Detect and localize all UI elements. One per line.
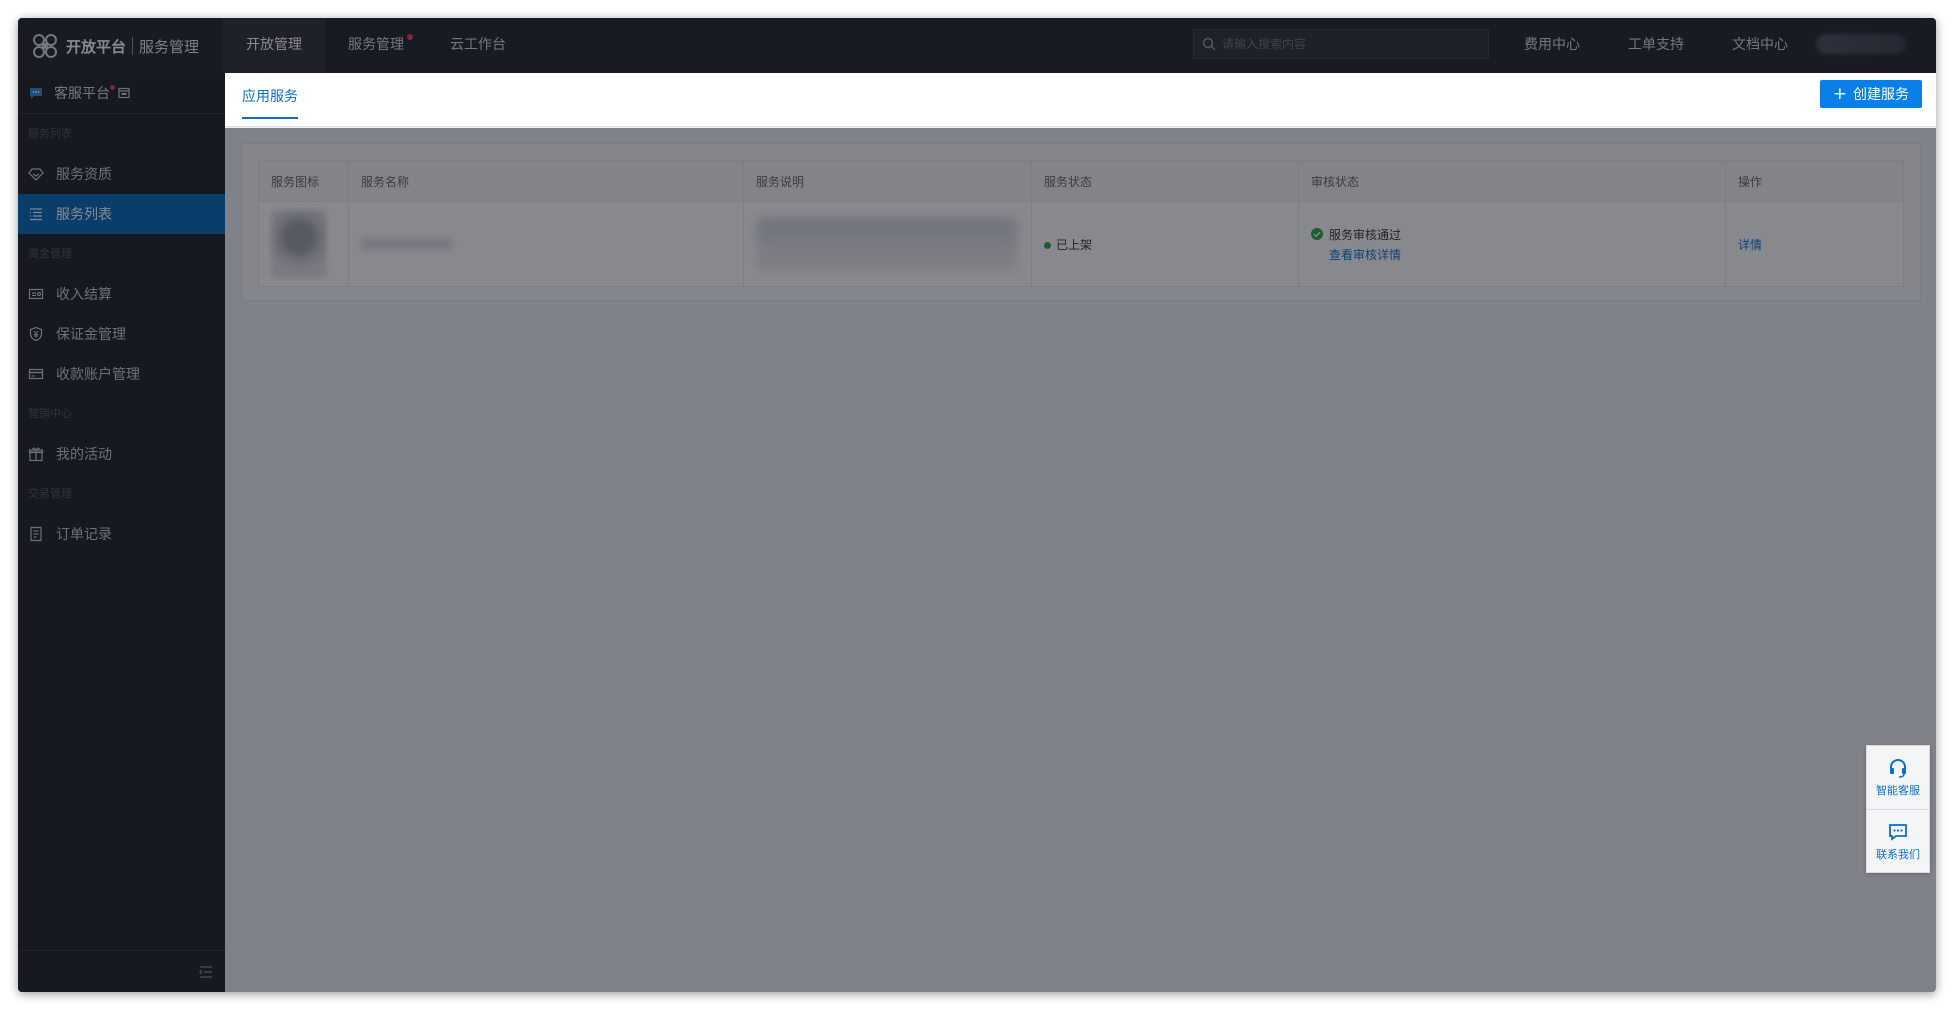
topnav-open-management[interactable]: 开放管理 xyxy=(223,18,325,73)
settlement-icon xyxy=(28,286,44,302)
col-review-status: 审核状态 xyxy=(1298,160,1726,202)
cell-service-name xyxy=(348,201,744,287)
top-header: 开放平台 服务管理 开放管理 服务管理 云工作台 费用中心 工单支持 文档中心 xyxy=(18,18,1936,73)
cell-review-status: 服务审核通过 查看审核详情 xyxy=(1298,201,1726,287)
col-service-icon: 服务图标 xyxy=(258,160,349,202)
services-card: 服务图标 服务名称 服务说明 服务状态 审核状态 操作 已上架 服务审核通过 查… xyxy=(241,143,1921,301)
sidebar-item-label: 服务资质 xyxy=(56,167,112,183)
brand-subtitle: 服务管理 xyxy=(139,37,200,56)
col-service-description: 服务说明 xyxy=(743,160,1032,202)
service-avatar xyxy=(271,210,327,278)
main-content: 应用服务 + 创建服务 服务图标 服务名称 服务说明 服务状态 审核状态 操作 xyxy=(225,73,1936,992)
message-icon xyxy=(1889,823,1907,841)
brand-logo[interactable]: 开放平台 服务管理 xyxy=(30,29,199,63)
service-status-text: 已上架 xyxy=(1056,237,1093,252)
sidebar-group-title: 交易管理 xyxy=(28,487,72,500)
nav-ticket-support[interactable]: 工单支持 xyxy=(1604,18,1708,73)
document-icon xyxy=(28,526,44,542)
services-table: 服务图标 服务名称 服务说明 服务状态 审核状态 操作 已上架 服务审核通过 查… xyxy=(258,160,1904,287)
headset-icon xyxy=(1890,759,1906,778)
sidebar-footer xyxy=(18,950,225,992)
list-icon xyxy=(28,206,44,222)
contact-us-button[interactable]: 联系我们 xyxy=(1867,809,1929,872)
brand-divider xyxy=(132,37,134,55)
sidebar-item-label: 服务列表 xyxy=(56,207,112,223)
redacted-service-description xyxy=(756,217,1018,271)
table-row: 已上架 服务审核通过 查看审核详情 详情 xyxy=(258,201,1904,287)
topnav-service-management-label: 服务管理 xyxy=(348,37,404,53)
diamond-icon xyxy=(28,166,44,182)
open-platform-logo-icon xyxy=(30,31,60,61)
plus-icon: + xyxy=(1832,83,1847,104)
review-status-text: 服务审核通过 xyxy=(1329,227,1402,242)
contact-us-label: 联系我们 xyxy=(1876,847,1920,861)
smart-customer-service-button[interactable]: 智能客服 xyxy=(1867,746,1929,809)
shield-yen-icon xyxy=(28,326,44,342)
tab-app-services[interactable]: 应用服务 xyxy=(242,85,298,119)
smart-service-label: 智能客服 xyxy=(1876,784,1920,797)
table-header-row: 服务图标 服务名称 服务说明 服务状态 审核状态 操作 xyxy=(258,160,1904,202)
global-search xyxy=(1193,29,1489,59)
app-window: 开放平台 服务管理 开放管理 服务管理 云工作台 费用中心 工单支持 文档中心 … xyxy=(18,18,1936,992)
sidebar-item-label: 我的活动 xyxy=(56,447,112,463)
sidebar-item-label: 订单记录 xyxy=(56,527,112,543)
sidebar: 客服平台 服务列表 服务资质 服务列表 资金管理 收入结算 保证金管理 收款账户… xyxy=(18,73,225,992)
sidebar-item-my-activities[interactable]: 我的活动 xyxy=(18,434,225,474)
topnav-service-management[interactable]: 服务管理 xyxy=(325,18,427,73)
sidebar-item-income-settlement[interactable]: 收入结算 xyxy=(18,274,225,314)
sidebar-item-label: 收入结算 xyxy=(56,287,112,303)
floating-service-panel: 智能客服 联系我们 xyxy=(1866,745,1930,873)
create-service-button[interactable]: + 创建服务 xyxy=(1819,80,1922,108)
sidebar-group-title: 资金管理 xyxy=(28,247,72,260)
card-icon xyxy=(28,366,44,382)
collapse-sidebar-icon[interactable] xyxy=(197,963,215,981)
sidebar-group-title: 服务列表 xyxy=(28,127,72,140)
sidebar-platform-switch[interactable]: 客服平台 xyxy=(18,73,225,114)
cell-service-icon xyxy=(258,201,349,287)
cell-service-description xyxy=(743,201,1032,287)
tab-bar: 应用服务 + 创建服务 xyxy=(225,73,1936,127)
nav-docs-center[interactable]: 文档中心 xyxy=(1708,18,1812,73)
sidebar-item-label: 保证金管理 xyxy=(56,327,126,343)
search-icon xyxy=(1202,37,1216,51)
sidebar-item-order-records[interactable]: 订单记录 xyxy=(18,514,225,554)
check-circle-icon xyxy=(1311,227,1323,240)
notification-dot xyxy=(110,85,115,90)
topnav-cloud-workbench[interactable]: 云工作台 xyxy=(427,18,529,73)
redacted-service-name xyxy=(361,238,453,250)
col-actions: 操作 xyxy=(1725,160,1904,202)
nav-billing-center[interactable]: 费用中心 xyxy=(1500,18,1604,73)
view-review-details-link[interactable]: 查看审核详情 xyxy=(1329,248,1401,262)
cell-actions: 详情 xyxy=(1725,201,1904,287)
brand-name: 开放平台 xyxy=(66,37,127,56)
review-status-line: 服务审核通过 xyxy=(1311,226,1725,243)
notification-dot xyxy=(407,34,413,40)
sidebar-item-payment-account[interactable]: 收款账户管理 xyxy=(18,354,225,394)
sidebar-item-deposit-management[interactable]: 保证金管理 xyxy=(18,314,225,354)
sidebar-item-service-qualification[interactable]: 服务资质 xyxy=(18,154,225,194)
top-nav: 开放管理 服务管理 云工作台 xyxy=(223,18,529,73)
col-service-name: 服务名称 xyxy=(348,160,744,202)
user-account-menu[interactable] xyxy=(1816,34,1906,54)
chat-bubble-icon xyxy=(28,85,44,101)
gift-icon xyxy=(28,446,44,462)
sidebar-item-label: 收款账户管理 xyxy=(56,367,140,383)
window-switch-icon[interactable] xyxy=(118,87,130,99)
details-link[interactable]: 详情 xyxy=(1738,238,1762,252)
sidebar-platform-label: 客服平台 xyxy=(54,86,110,102)
search-input[interactable] xyxy=(1222,37,1472,51)
right-nav: 费用中心 工单支持 文档中心 xyxy=(1500,18,1812,73)
col-service-status: 服务状态 xyxy=(1031,160,1299,202)
status-online-dot xyxy=(1044,241,1051,249)
sidebar-group-title: 营销中心 xyxy=(28,407,72,420)
sidebar-item-service-list[interactable]: 服务列表 xyxy=(18,194,225,234)
create-service-label: 创建服务 xyxy=(1853,87,1909,103)
cell-service-status: 已上架 xyxy=(1031,201,1299,287)
